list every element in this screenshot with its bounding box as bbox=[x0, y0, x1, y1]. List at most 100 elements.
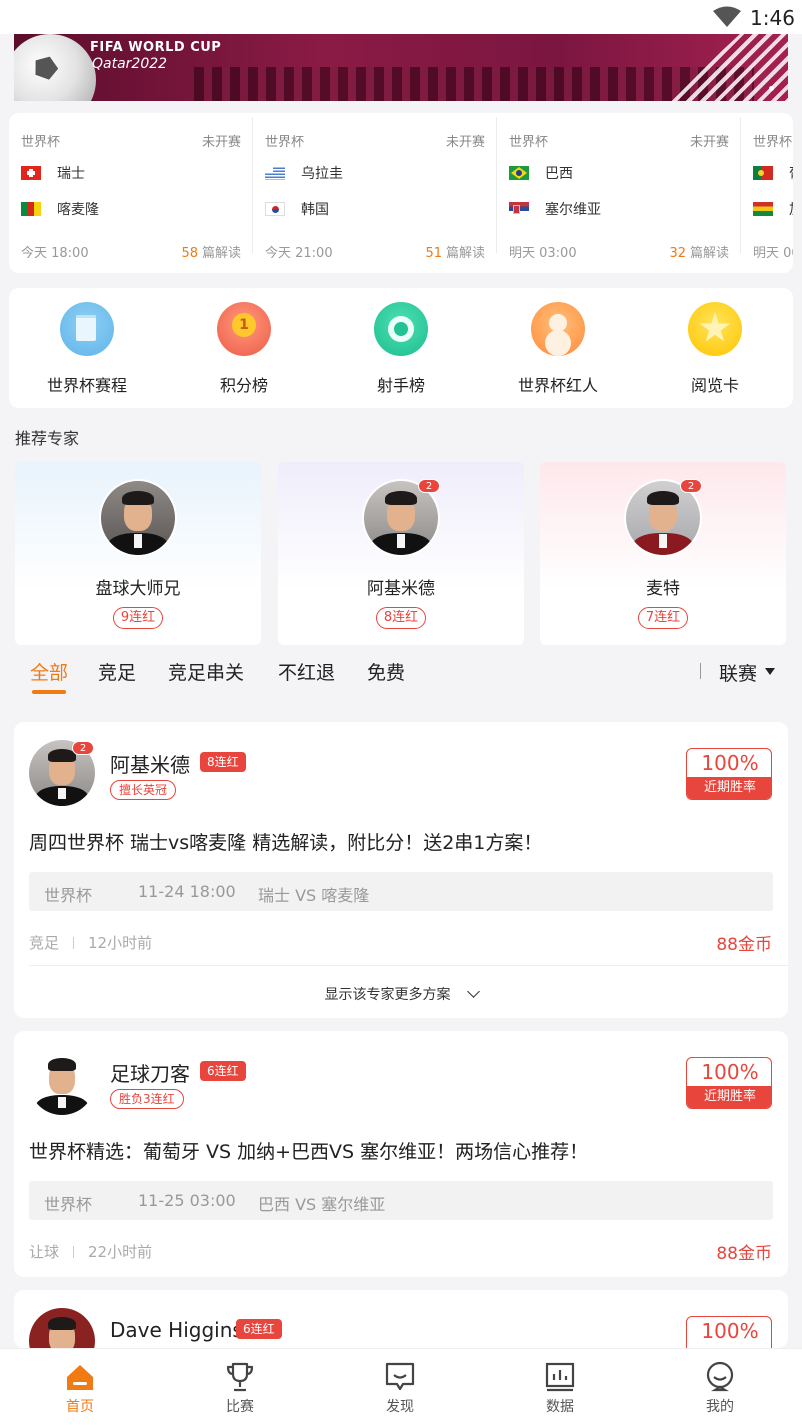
plan-type: 让球 bbox=[29, 1243, 60, 1261]
match-carousel[interactable]: 世界杯 未开赛 瑞士 喀麦隆 今天 18:00 58 篇解读 世界杯 未开赛 乌拉… bbox=[9, 113, 793, 273]
match-teams: 瑞士 VS 喀麦隆 bbox=[258, 886, 370, 905]
nav-home[interactable]: 首页 bbox=[0, 1359, 160, 1419]
win-rate-value: 100% bbox=[701, 1060, 759, 1084]
plan-title[interactable]: 周四世界杯 瑞士vs喀麦隆 精选解读，附比分！送2串1方案！ bbox=[29, 828, 542, 855]
filter-tabs: 全部 竞足 竞足串关 不红退 免费 联赛 bbox=[0, 650, 802, 700]
tab-jingzu[interactable]: 竞足 bbox=[98, 658, 136, 685]
quick-item-schedule[interactable]: 世界杯赛程 bbox=[9, 302, 165, 402]
banner-subtitle: Qatar2022 bbox=[92, 56, 168, 72]
expert-name: Dave Higgins bbox=[110, 1318, 243, 1342]
away-team: 韩国 bbox=[265, 199, 329, 219]
match-info: 世界杯 11-24 18:00 瑞士 VS 喀麦隆 bbox=[29, 872, 773, 911]
nav-matches[interactable]: 比赛 bbox=[160, 1359, 320, 1419]
korea-flag-icon bbox=[265, 202, 285, 216]
nav-profile[interactable]: 我的 bbox=[640, 1359, 800, 1419]
section-title: 推荐专家 bbox=[15, 429, 80, 448]
home-team: 瑞士 bbox=[21, 163, 85, 183]
posted-time: 22小时前 bbox=[88, 1243, 153, 1261]
quick-item-label: 射手榜 bbox=[376, 376, 425, 395]
match-time: 今天 18:00 bbox=[21, 246, 89, 261]
win-rate-value: 100% bbox=[701, 751, 759, 775]
reads-count: 51 篇解读 bbox=[425, 246, 485, 261]
divider bbox=[700, 663, 701, 679]
switzerland-flag-icon bbox=[21, 166, 41, 180]
match-status: 未开赛 bbox=[445, 135, 485, 150]
team-name: 瑞士 bbox=[57, 166, 85, 182]
status-bar: 1:46 bbox=[0, 0, 802, 34]
show-more-plans-button[interactable]: 显示该专家更多方案 bbox=[14, 984, 788, 1004]
team-name: 巴西 bbox=[545, 166, 573, 182]
expert-card[interactable]: 2 麦特 7连红 bbox=[540, 462, 786, 645]
nav-label: 我的 bbox=[706, 1399, 734, 1415]
streak-badge: 9连红 bbox=[113, 607, 163, 629]
show-more-label: 显示该专家更多方案 bbox=[324, 987, 451, 1003]
quick-item-standings[interactable]: 积分榜 bbox=[166, 302, 322, 402]
away-team: 加 bbox=[753, 199, 793, 219]
notification-count: 2 bbox=[72, 741, 94, 755]
plan-title[interactable]: 世界杯精选：葡萄牙 VS 加纳+巴西VS 塞尔维亚！两场信心推荐！ bbox=[29, 1137, 588, 1164]
home-team: 葡 bbox=[753, 163, 793, 183]
quick-item-stars[interactable]: 世界杯红人 bbox=[480, 302, 636, 402]
plan-card[interactable]: 2 阿基米德 8连红 擅长英冠 100% 近期胜率 周四世界杯 瑞士vs喀麦隆 … bbox=[14, 722, 788, 1018]
plan-meta: 让球 22小时前 bbox=[29, 1241, 152, 1262]
world-cup-banner[interactable]: FIFA WORLD CUP Qatar2022 bbox=[14, 34, 788, 101]
crowd-graphic bbox=[194, 67, 754, 101]
match-card[interactable]: 世界杯 未开赛 乌拉圭 韩国 今天 21:00 51 篇解读 bbox=[253, 113, 497, 273]
streak-badge: 6连红 bbox=[236, 1319, 282, 1339]
portugal-flag-icon bbox=[753, 166, 773, 180]
reads-count: 58 篇解读 bbox=[181, 246, 241, 261]
nav-label: 比赛 bbox=[226, 1399, 254, 1415]
schedule-icon bbox=[60, 302, 114, 356]
banner-page-indicator bbox=[769, 86, 774, 91]
expert-card[interactable]: 盘球大师兄 9连红 bbox=[15, 462, 261, 645]
plan-meta: 竞足 12小时前 bbox=[29, 932, 152, 953]
quick-item-scorers[interactable]: 射手榜 bbox=[323, 302, 479, 402]
tab-free[interactable]: 免费 bbox=[367, 658, 405, 685]
match-status: 未开赛 bbox=[689, 135, 729, 150]
plan-type: 竞足 bbox=[29, 934, 60, 952]
expert-card[interactable]: 2 阿基米德 8连红 bbox=[278, 462, 524, 645]
expert-name: 阿基米德 bbox=[110, 753, 190, 777]
profile-icon bbox=[706, 1361, 734, 1392]
win-rate-badge: 100% 近期胜率 bbox=[686, 748, 772, 800]
league-filter-button[interactable]: 联赛 bbox=[719, 659, 757, 686]
plan-card[interactable]: Dave Higgins 6连红 100% bbox=[14, 1290, 788, 1348]
caret-down-icon[interactable] bbox=[765, 668, 775, 675]
match-league: 世界杯 bbox=[44, 1195, 93, 1214]
nav-data[interactable]: 数据 bbox=[480, 1359, 640, 1419]
discover-icon bbox=[385, 1362, 415, 1391]
match-info: 世界杯 11-25 03:00 巴西 VS 塞尔维亚 bbox=[29, 1181, 773, 1220]
avatar[interactable] bbox=[29, 1308, 95, 1348]
serbia-flag-icon bbox=[509, 202, 529, 216]
team-name: 葡 bbox=[789, 163, 793, 183]
match-time: 今天 21:00 bbox=[265, 246, 333, 261]
team-name: 加 bbox=[789, 199, 793, 219]
bottom-navigation: 首页 比赛 发现 数据 我的 bbox=[0, 1348, 802, 1425]
match-card[interactable]: 世界杯 未开赛 巴西 塞尔维亚 明天 03:00 32 篇解读 bbox=[497, 113, 741, 273]
tab-refund[interactable]: 不红退 bbox=[278, 658, 335, 685]
soccer-ball-icon bbox=[374, 302, 428, 356]
plan-card[interactable]: 足球刀客 6连红 胜负3连红 100% 近期胜率 世界杯精选：葡萄牙 VS 加纳… bbox=[14, 1031, 788, 1277]
match-datetime: 11-25 03:00 bbox=[138, 1191, 236, 1210]
home-team: 乌拉圭 bbox=[265, 163, 343, 183]
banner-title: FIFA WORLD CUP bbox=[90, 40, 222, 55]
price: 88金币 bbox=[716, 935, 772, 955]
win-rate-label: 近期胜率 bbox=[687, 777, 771, 799]
trophy-medal-icon bbox=[217, 302, 271, 356]
away-team: 塞尔维亚 bbox=[509, 199, 601, 219]
away-team: 喀麦隆 bbox=[21, 199, 99, 219]
tab-jingzu-parlay[interactable]: 竞足串关 bbox=[168, 658, 244, 685]
tab-all[interactable]: 全部 bbox=[30, 658, 68, 685]
win-rate-badge: 100% 近期胜率 bbox=[686, 1057, 772, 1109]
quick-item-label: 阅览卡 bbox=[690, 376, 739, 395]
match-card[interactable]: 世界杯 葡 加 明天 00 bbox=[741, 113, 793, 273]
wifi-icon bbox=[713, 6, 741, 27]
match-card[interactable]: 世界杯 未开赛 瑞士 喀麦隆 今天 18:00 58 篇解读 bbox=[9, 113, 253, 273]
avatar[interactable] bbox=[29, 1049, 95, 1115]
cameroon-flag-icon bbox=[21, 202, 41, 216]
person-icon bbox=[531, 302, 585, 356]
price: 88金币 bbox=[716, 1244, 772, 1264]
quick-item-reading-card[interactable]: 阅览卡 bbox=[637, 302, 793, 402]
nav-discover[interactable]: 发现 bbox=[320, 1359, 480, 1419]
specialty-tag: 胜负3连红 bbox=[110, 1089, 184, 1109]
